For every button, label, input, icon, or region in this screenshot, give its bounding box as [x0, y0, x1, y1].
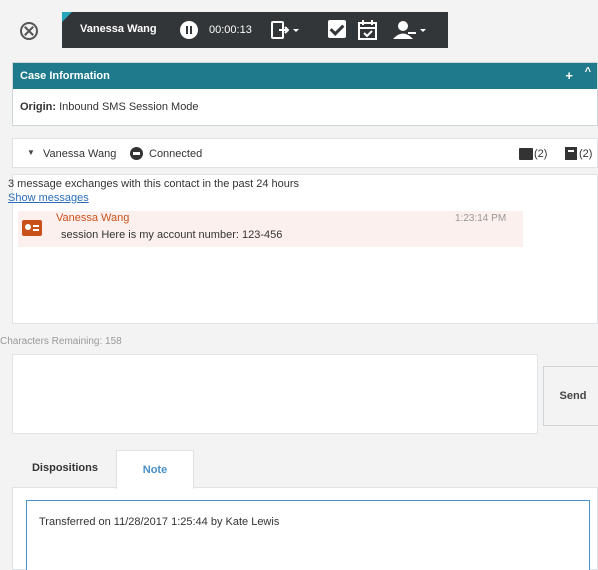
case-data-icon[interactable]	[519, 148, 533, 160]
case-information-panel: Case Information + ^ Origin: Inbound SMS…	[12, 62, 598, 126]
interaction-toolbar: Vanessa Wang 00:00:13	[62, 12, 448, 48]
close-circle-icon[interactable]	[20, 22, 38, 40]
transfer-icon[interactable]	[270, 20, 300, 40]
party-name[interactable]: Vanessa Wang	[43, 148, 116, 160]
chat-transcript[interactable]	[12, 174, 598, 324]
characters-remaining: Characters Remaining: 158	[0, 336, 122, 347]
note-text: Transferred on 11/28/2017 1:25:44 by Kat…	[39, 516, 280, 528]
party-status: Connected	[149, 148, 203, 160]
case-origin: Origin: Inbound SMS Session Mode	[13, 89, 597, 113]
mark-done-icon[interactable]	[328, 20, 346, 38]
case-data-count: (2)	[534, 148, 548, 160]
history-notice: 3 message exchanges with this contact in…	[8, 178, 300, 190]
consult-icon[interactable]	[391, 20, 427, 40]
toolbar-row: Vanessa Wang 00:00:13	[0, 0, 598, 58]
calendar-icon[interactable]	[357, 20, 379, 40]
contact-card-icon	[22, 220, 42, 236]
hold-icon[interactable]	[180, 21, 198, 39]
message-text: session Here is my account number: 123-4…	[61, 229, 283, 241]
party-menu-caret[interactable]: ▼	[27, 148, 35, 157]
send-button[interactable]: Send	[543, 366, 598, 426]
origin-value: Inbound SMS Session Mode	[59, 101, 199, 113]
note-textarea[interactable]: Transferred on 11/28/2017 1:25:44 by Kat…	[26, 500, 590, 570]
toolbar-agent-name: Vanessa Wang	[80, 23, 157, 35]
history-count: (2)	[579, 148, 593, 160]
toolbar-accent	[62, 12, 72, 22]
add-case-data-button[interactable]: +	[565, 68, 573, 83]
origin-label: Origin:	[20, 101, 57, 113]
message-sender: Vanessa Wang	[56, 212, 130, 224]
tab-note[interactable]: Note	[116, 450, 194, 489]
interaction-party-bar: ▼ Vanessa Wang Connected (2) (2)	[12, 138, 598, 168]
show-messages-link[interactable]: Show messages	[8, 192, 89, 204]
interaction-timer: 00:00:13	[209, 24, 252, 36]
case-information-title: Case Information	[20, 70, 110, 82]
connected-icon	[130, 147, 143, 160]
case-information-header: Case Information + ^	[13, 63, 597, 89]
message-time: 1:23:14 PM	[455, 213, 507, 224]
history-icon[interactable]	[565, 147, 577, 160]
message-input[interactable]	[12, 354, 538, 434]
tab-dispositions[interactable]: Dispositions	[15, 450, 115, 488]
collapse-case-button[interactable]: ^	[585, 66, 591, 78]
